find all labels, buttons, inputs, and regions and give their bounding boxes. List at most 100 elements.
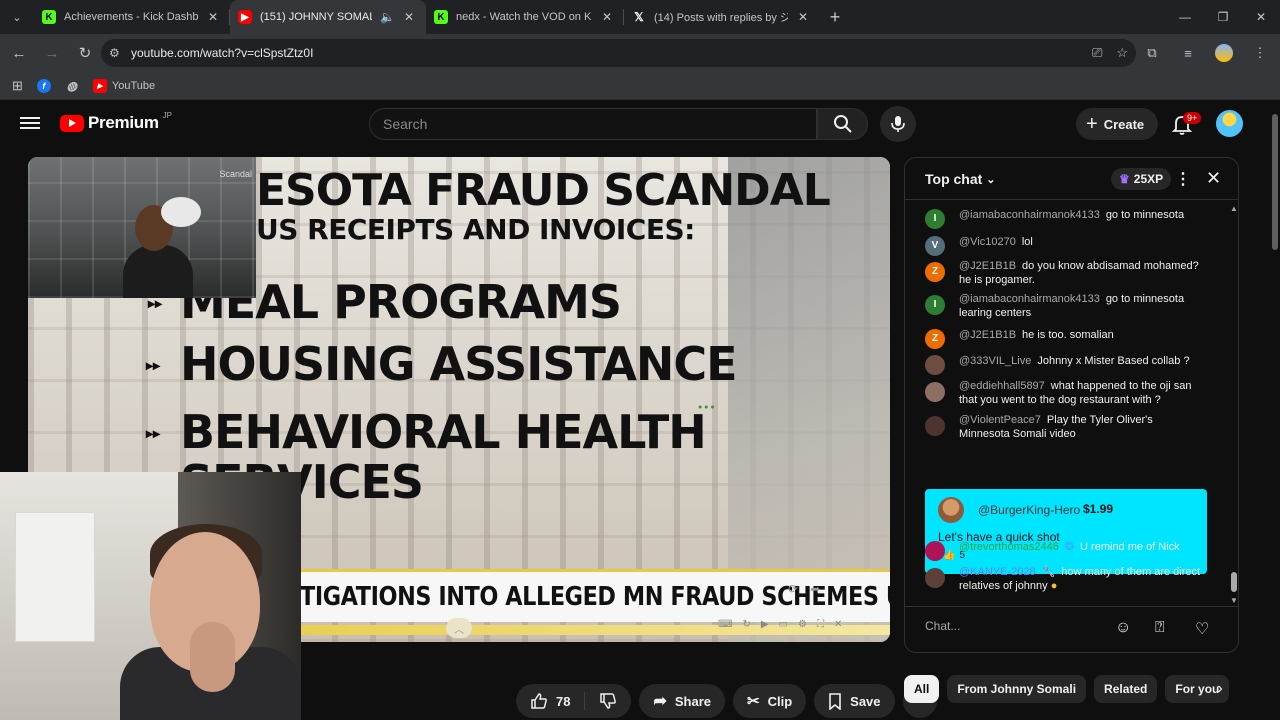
clip-button[interactable]: ✂ Clip (733, 684, 807, 718)
emoji-icon[interactable]: ☺ (1115, 619, 1131, 637)
chat-mode-dropdown[interactable]: Top chat ⌄ (925, 171, 996, 187)
share-button[interactable]: ➦ Share (639, 684, 726, 718)
chat-avatar (925, 382, 945, 402)
thumbs-up-icon (531, 693, 547, 709)
back-icon[interactable]: ← (4, 38, 34, 68)
thumbs-down-icon (600, 693, 617, 709)
extensions-icon[interactable]: ⧉ (1140, 38, 1164, 68)
chat-avatar (925, 568, 945, 588)
chat-scrollbar[interactable]: ▲ ▼ (1230, 204, 1238, 605)
account-avatar[interactable] (1216, 110, 1243, 137)
tab-title: Achievements - Kick Dashboard (64, 11, 198, 23)
tab-search-icon[interactable]: ⌄ (0, 0, 34, 34)
reactor-webcam (0, 472, 301, 720)
tab-title: (14) Posts with replies by ジョニー (654, 12, 788, 24)
chat-author[interactable]: @J2E1B1B (959, 329, 1016, 341)
youtube-icon: ▶ (92, 78, 107, 93)
chevron-right-icon[interactable]: › (1207, 676, 1233, 702)
chip-related[interactable]: Related (1094, 675, 1158, 703)
close-chat-icon[interactable]: ✕ (1206, 168, 1221, 189)
chat-avatar (925, 541, 945, 561)
tab-title: nedx - Watch the VOD on Kick (456, 11, 592, 23)
maximize-icon[interactable]: ❐ (1204, 0, 1242, 34)
forward-icon[interactable]: → (37, 38, 67, 68)
xp-badge[interactable]: ♛ 25XP (1111, 168, 1172, 190)
chat-author[interactable]: @ViolentPeace7 (959, 414, 1041, 426)
address-bar[interactable]: ⚙ youtube.com/watch?v=clSpstZtz0I ⎚ ☆ (101, 39, 1136, 67)
bookmark-facebook[interactable]: f (36, 78, 51, 93)
page-scrollbar[interactable] (1270, 100, 1280, 720)
youtube-play-icon (60, 114, 84, 132)
play-icon: ▶ (760, 619, 769, 630)
bookmarks-bar: ⊞ f ◍ ▶ YouTube (0, 72, 1280, 100)
close-tab-icon[interactable]: ✕ (796, 10, 810, 24)
bookmark-globe[interactable]: ◍ (65, 79, 79, 93)
chat-author[interactable]: @KANYE-2028 (959, 566, 1036, 578)
super-chat-icon[interactable]: ⍰ (1155, 619, 1165, 637)
bookmark-youtube[interactable]: ▶ YouTube (92, 78, 155, 93)
captions-icon: ▭ (778, 619, 788, 630)
chat-author[interactable]: @J2E1B1B (959, 260, 1016, 272)
chat-author[interactable]: @iamabaconhairmanok4133 (959, 293, 1100, 305)
install-app-icon[interactable]: ⎚ (1092, 45, 1102, 61)
browser-tab[interactable]: K nedx - Watch the VOD on Kick ✕ (426, 0, 624, 34)
chat-avatar: I (925, 295, 945, 315)
close-window-icon[interactable]: ✕ (1242, 0, 1280, 34)
chat-author[interactable]: @Vic10270 (959, 236, 1016, 248)
chat-avatar (925, 355, 945, 375)
save-button[interactable]: Save (814, 684, 895, 718)
site-info-icon[interactable]: ⚙ (109, 46, 129, 60)
chat-avatar: I (925, 209, 945, 229)
chat-message: Z @J2E1B1B do you know abdisamad mohamed?… (925, 260, 1205, 287)
chat-author[interactable]: @trevorthomas2446 (959, 541, 1059, 553)
close-tab-icon[interactable]: ✕ (600, 10, 614, 24)
youtube-logo[interactable]: Premium JP (60, 111, 172, 133)
chat-message: @trevorthomas2446 ✪ U remind me of Nick (925, 541, 1205, 561)
chevron-up-icon[interactable]: ︿ (446, 618, 472, 638)
dislike-button[interactable] (585, 692, 631, 710)
chat-messages: I @iamabaconhairmanok4133 go to minnesota… (905, 200, 1238, 606)
chevron-down-icon: ⌄ (986, 173, 996, 186)
chat-author[interactable]: @iamabaconhairmanok4133 (959, 209, 1100, 221)
close-tab-icon[interactable]: ✕ (206, 10, 220, 24)
bookmark-star-icon[interactable]: ☆ (1116, 45, 1128, 61)
chat-author[interactable]: @eddiehhall5897 (959, 380, 1045, 392)
chat-message: @eddiehhall5897 what happened to the oji … (925, 380, 1205, 407)
voice-search-button[interactable] (880, 106, 916, 142)
chat-message: Z @J2E1B1B he is too. somalian (925, 329, 1205, 349)
video-headline: ESOTA FRAUD SCANDAL (256, 165, 831, 216)
tab-title: (151) JOHNNY SOMALI LIVE (260, 11, 372, 23)
chat-message: V @Vic10270 lol (925, 236, 1205, 256)
url-text: youtube.com/watch?v=clSpstZtz0I (131, 46, 314, 60)
chat-input[interactable]: Chat... (925, 619, 960, 633)
chat-text: lol (1021, 236, 1033, 248)
reload-icon[interactable]: ↻ (70, 38, 100, 68)
browser-menu-icon[interactable]: ⋮ (1248, 38, 1272, 68)
profile-icon[interactable] (1212, 38, 1236, 68)
chat-author[interactable]: @333VIL_Live (959, 355, 1031, 367)
chip-from-channel[interactable]: From Johnny Somali (947, 675, 1087, 703)
kick-icon: K (434, 10, 448, 24)
superchat-author[interactable]: @BurgerKing-Hero (978, 503, 1080, 517)
browser-tab[interactable]: 𝕏 (14) Posts with replies by ジョニー ✕ (624, 0, 820, 34)
new-tab-icon[interactable]: + (820, 7, 850, 28)
like-button[interactable]: 78 (516, 692, 586, 710)
minimize-icon[interactable]: — (1166, 0, 1204, 34)
chip-all[interactable]: All (904, 675, 940, 703)
speaker-icon[interactable]: 🔈 (380, 10, 395, 24)
embedded-controls: ⟳ ➦ (788, 582, 820, 596)
chat-avatar: Z (925, 329, 945, 349)
search-input[interactable]: Search (369, 108, 817, 140)
media-control-icon[interactable]: ≡ (1176, 38, 1200, 68)
browser-tab-active[interactable]: ▶ (151) JOHNNY SOMALI LIVE 🔈 ✕ (230, 0, 426, 34)
create-button[interactable]: + Create (1076, 108, 1159, 140)
kick-icon: K (42, 10, 56, 24)
menu-icon[interactable] (20, 114, 40, 134)
search-button[interactable] (817, 108, 868, 140)
apps-grid-icon[interactable]: ⊞ (12, 78, 23, 94)
chat-more-icon[interactable]: ⋮ (1175, 169, 1191, 189)
chat-message: I @iamabaconhairmanok4133 go to minnesota… (925, 293, 1205, 320)
heart-icon[interactable]: ♡ (1195, 619, 1209, 639)
browser-tab[interactable]: K Achievements - Kick Dashboard ✕ (34, 0, 230, 34)
close-tab-icon[interactable]: ✕ (402, 10, 416, 24)
